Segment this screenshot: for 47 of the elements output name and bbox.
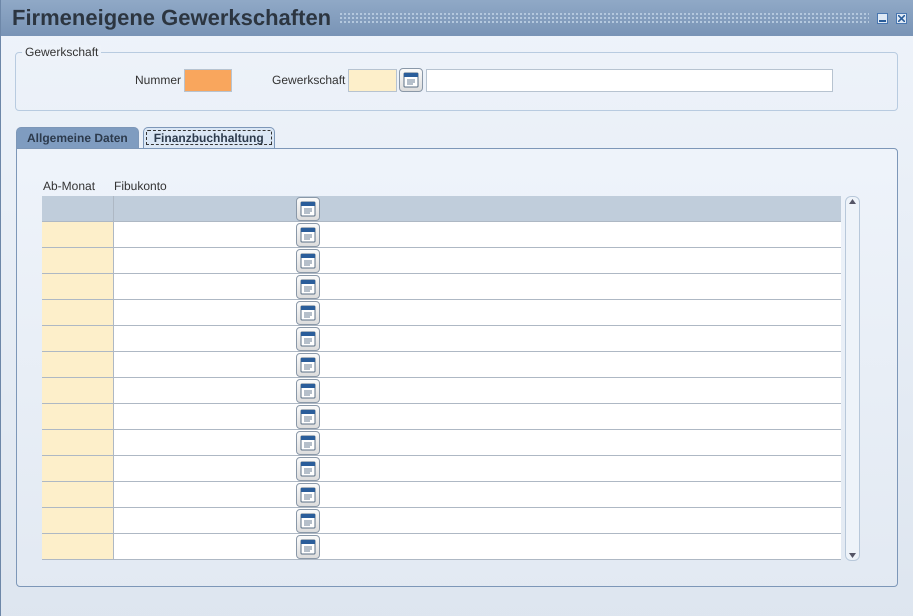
notepad-icon — [298, 330, 316, 348]
field-label: Gewerkschaft — [272, 73, 346, 87]
field-label: Nummer — [135, 73, 182, 87]
list-button[interactable] — [296, 222, 320, 246]
list-button[interactable] — [296, 404, 320, 428]
notepad-icon — [298, 382, 316, 400]
group-title: Gewerkschaft — [22, 45, 102, 59]
tab[interactable]: Allgemeine Daten — [16, 127, 139, 148]
list-button[interactable] — [296, 300, 320, 324]
input-field[interactable] — [348, 68, 398, 92]
list-button[interactable] — [296, 482, 320, 506]
list-button[interactable] — [296, 508, 320, 532]
notepad-icon — [298, 512, 316, 530]
minimize-button[interactable] — [877, 12, 888, 24]
notepad-icon — [298, 356, 316, 374]
column-header: Fibukonto — [114, 179, 167, 195]
list-button[interactable] — [296, 196, 320, 220]
list-button[interactable] — [399, 68, 424, 92]
notepad-icon — [298, 226, 316, 244]
input-field[interactable] — [184, 68, 232, 92]
scrollbar[interactable] — [845, 196, 860, 561]
column-header: Ab-Monat — [43, 179, 96, 195]
notepad-icon — [298, 460, 316, 478]
list-button[interactable] — [296, 352, 320, 376]
notepad-icon — [298, 278, 316, 296]
notepad-icon — [298, 434, 316, 452]
window-title: Firmeneigene Gewerkschaften — [12, 5, 332, 31]
scroll-down-icon[interactable] — [848, 551, 858, 560]
list-button[interactable] — [296, 430, 320, 454]
list-button[interactable] — [296, 456, 320, 480]
notepad-icon — [402, 71, 420, 89]
notepad-icon — [298, 486, 316, 504]
close-button[interactable] — [896, 12, 907, 24]
input-field[interactable] — [426, 68, 834, 92]
notepad-icon — [298, 538, 316, 556]
notepad-icon — [298, 200, 316, 218]
list-button[interactable] — [296, 248, 320, 272]
list-button[interactable] — [296, 534, 320, 558]
notepad-icon — [298, 252, 316, 270]
list-button[interactable] — [296, 326, 320, 350]
list-button[interactable] — [296, 274, 320, 298]
list-button[interactable] — [296, 378, 320, 402]
notepad-icon — [298, 304, 316, 322]
tab[interactable]: Finanzbuchhaltung — [142, 127, 275, 148]
notepad-icon — [298, 408, 316, 426]
close-icon — [898, 14, 905, 22]
scroll-up-icon[interactable] — [848, 197, 858, 206]
